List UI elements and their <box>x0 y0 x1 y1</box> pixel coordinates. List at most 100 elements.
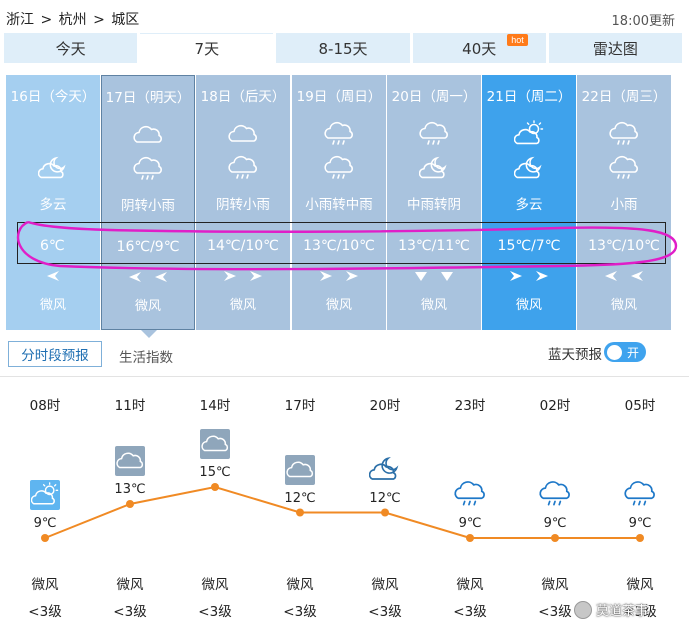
weather-icon <box>133 154 163 188</box>
day-column[interactable]: 19日（周日） 小雨转中雨 13℃/10℃ 微风 <box>292 75 386 330</box>
rain-icon <box>324 121 353 145</box>
wind-direction <box>387 270 481 282</box>
wind-arrow-icon <box>346 271 358 281</box>
day-condition: 多云 <box>39 197 67 213</box>
weather-icon <box>133 120 163 154</box>
hour-temperature-label: 9℃ <box>543 516 567 531</box>
hot-badge: hot <box>507 34 528 46</box>
wind-arrow-icon <box>631 271 643 281</box>
day-column[interactable]: 21日（周二） 多云 15℃/7℃ 微风 <box>482 75 576 330</box>
weather-icon <box>418 153 449 187</box>
temperature-point <box>211 483 219 491</box>
day-date: 22日（周三） <box>581 89 667 105</box>
breadcrumb-district[interactable]: 城区 <box>111 12 139 28</box>
hour-temperature-label: 12℃ <box>369 490 401 506</box>
rain-icon <box>419 121 448 145</box>
selected-pointer <box>141 330 157 338</box>
wind-arrow-icon <box>129 272 141 282</box>
day-wind: 微风 <box>420 298 447 313</box>
day-condition: 小雨 <box>610 197 638 213</box>
wind-arrow-icon <box>155 272 167 282</box>
day-date: 18日（后天） <box>200 89 286 105</box>
toggle-knob <box>607 344 622 360</box>
day-date: 17日（明天） <box>105 90 191 106</box>
day-condition: 多云 <box>515 197 543 213</box>
partly-cloudy-night-icon <box>513 156 542 179</box>
weather-icon <box>513 119 544 153</box>
watermark-text: 莫道茶事 <box>596 604 649 619</box>
hour-wind-level: <3级 <box>198 604 232 620</box>
temperature-point <box>41 534 49 542</box>
day-temperature: 13℃/10℃ <box>303 238 375 254</box>
wind-direction <box>482 270 576 282</box>
rain-icon <box>228 155 257 179</box>
partly-cloudy-day-icon <box>513 120 544 145</box>
rain-icon <box>624 481 655 506</box>
weather-icon <box>228 153 258 187</box>
hour-time: 17时 <box>284 398 316 414</box>
temperature-point <box>126 500 134 508</box>
hour-wind: 微风 <box>201 577 229 593</box>
weather-icon-tile <box>200 429 230 459</box>
wind-arrow-icon <box>605 271 617 281</box>
day-temperature: 13℃/10℃ <box>588 238 660 254</box>
weather-icon <box>609 119 639 153</box>
tab-hourly-forecast[interactable]: 分时段预报 <box>8 341 102 367</box>
day-column[interactable]: 16日（今天） 多云 6℃ 微风 <box>6 75 100 330</box>
tab-life-index[interactable]: 生活指数 <box>119 346 173 366</box>
hour-wind-level: <3级 <box>368 604 402 620</box>
day-column[interactable]: 20日（周一） 中雨转阴 13℃/11℃ 微风 <box>387 75 481 330</box>
day-condition: 中雨转阴 <box>407 197 461 213</box>
breadcrumb-province[interactable]: 浙江 <box>6 12 34 28</box>
rain-icon <box>454 481 485 506</box>
partly-cloudy-night-icon <box>37 156 66 179</box>
hour-time: 11时 <box>114 398 146 414</box>
partly-cloudy-day-icon <box>31 482 59 505</box>
cloudy-icon <box>201 435 229 452</box>
temperature-point <box>381 508 389 517</box>
hour-wind-level: <3级 <box>113 604 147 620</box>
day-date: 16日（今天） <box>10 89 96 105</box>
wind-direction <box>577 270 671 282</box>
day-temperature: 6℃ <box>40 238 65 254</box>
day-condition: 小雨转中雨 <box>305 197 373 213</box>
temperature-point <box>296 508 304 517</box>
partly-cloudy-night-icon <box>418 156 447 179</box>
tab-8-15-days[interactable]: 8-15天 <box>276 33 410 63</box>
weather-icon-tile <box>285 454 315 485</box>
hour-temperature-label: 12℃ <box>284 490 316 506</box>
weather-icon <box>368 453 401 489</box>
day-temperature: 15℃/7℃ <box>497 238 561 254</box>
breadcrumb-city[interactable]: 杭州 <box>59 12 87 28</box>
weather-icon <box>324 153 354 187</box>
blue-sky-toggle[interactable]: 开 <box>604 342 646 362</box>
weather-icon <box>624 478 656 514</box>
tab-today[interactable]: 今天 <box>4 33 138 63</box>
tab-radar[interactable]: 雷达图 <box>548 33 683 63</box>
wind-direction <box>102 271 194 283</box>
wind-arrow-icon <box>47 271 59 281</box>
weather-icon <box>324 119 354 153</box>
tab-7-days[interactable]: 7天 <box>140 33 274 63</box>
day-condition: 阴转小雨 <box>216 197 270 213</box>
hour-wind: 微风 <box>456 577 484 593</box>
cloudy-icon <box>228 124 257 142</box>
rain-icon <box>539 481 570 506</box>
rain-icon <box>609 155 638 179</box>
wind-direction <box>6 270 100 282</box>
day-wind: 微风 <box>39 298 66 313</box>
day-column[interactable]: 22日（周三） 小雨 13℃/10℃ 微风 <box>577 75 671 330</box>
hour-wind: 微风 <box>626 577 654 593</box>
hour-wind-level: <3级 <box>283 604 317 620</box>
wind-arrow-icon <box>320 271 332 281</box>
day-column[interactable]: 18日（后天） 阴转小雨 14℃/10℃ 微风 <box>196 75 290 330</box>
day-wind: 微风 <box>515 298 542 313</box>
wind-arrow-icon <box>250 271 262 281</box>
hour-wind: 微风 <box>116 577 144 593</box>
tab-40-days[interactable]: 40天 hot <box>412 33 546 63</box>
day-temperature: 16℃/9℃ <box>116 239 180 255</box>
day-date: 19日（周日） <box>296 89 382 105</box>
day-column[interactable]: 17日（明天） 阴转小雨 16℃/9℃ 微风 <box>101 75 195 338</box>
hour-wind: 微风 <box>286 577 314 593</box>
cloudy-icon <box>133 125 162 143</box>
